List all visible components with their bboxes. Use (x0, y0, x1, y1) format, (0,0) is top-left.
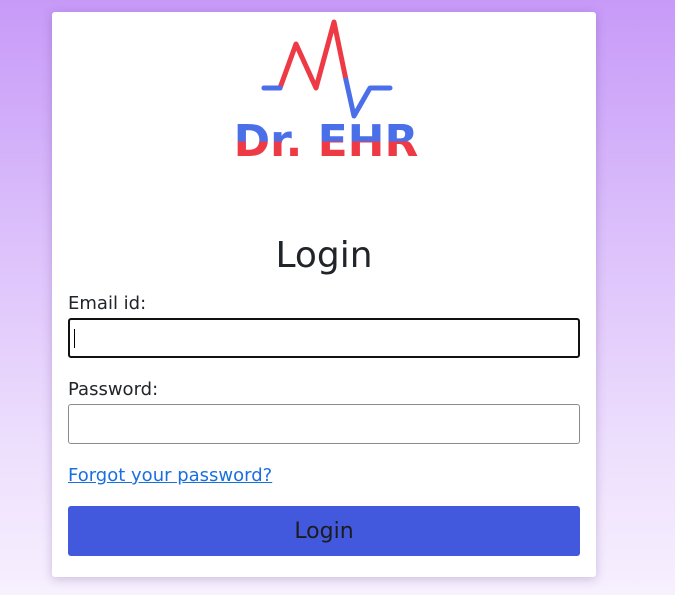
email-field[interactable] (68, 318, 580, 358)
login-card: Dr. EHR Login Email id: Password: Forgot… (52, 12, 596, 577)
password-field[interactable] (68, 404, 580, 444)
login-button[interactable]: Login (68, 506, 580, 556)
email-label: Email id: (68, 293, 147, 314)
forgot-password-link[interactable]: Forgot your password? (68, 464, 272, 488)
password-label: Password: (68, 379, 159, 400)
text-caret (74, 329, 75, 348)
dr-ehr-logo: Dr. EHR (222, 16, 432, 166)
page-title: Login (275, 235, 373, 276)
logo-wordmark: Dr. EHR (234, 116, 419, 166)
